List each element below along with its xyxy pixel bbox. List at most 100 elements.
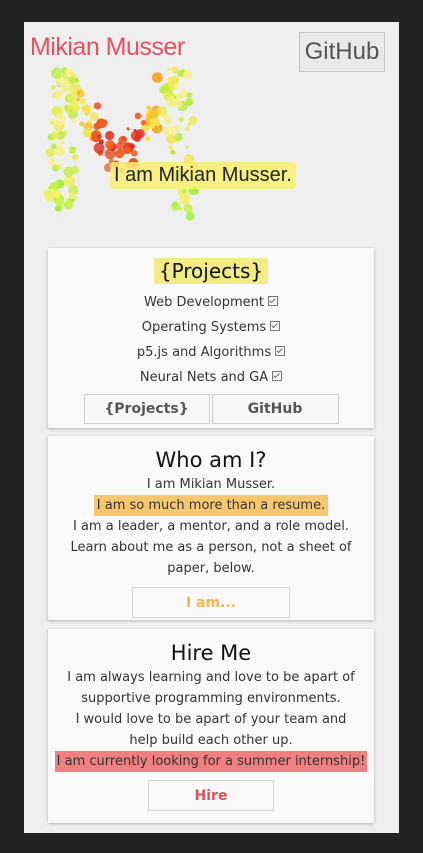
logo-dot: [173, 99, 183, 108]
logo-dot: [69, 108, 74, 114]
logo-dot: [105, 139, 115, 150]
checkbox-icon: [270, 321, 281, 331]
logo-dot: [163, 90, 171, 99]
logo-dot: [185, 211, 195, 221]
hire-button[interactable]: Hire: [148, 780, 274, 811]
logo-dot: [192, 188, 199, 195]
projects-button[interactable]: {Projects}: [83, 394, 210, 424]
logo-dot: [69, 192, 77, 200]
logo-dot: [50, 121, 55, 126]
logo-dot: [58, 139, 64, 145]
logo-dot: [178, 116, 184, 122]
logo-dot: [64, 68, 73, 77]
logo-dot: [171, 66, 179, 74]
about-card: Who am I? I am Mikian Musser. I am so mu…: [48, 436, 374, 620]
about-line-3: I am a leader, a mentor, and a role mode…: [73, 519, 349, 534]
projects-list: Web Development Operating Systems p5.js …: [48, 290, 374, 390]
logo-dot: [66, 198, 70, 202]
logo-dot: [145, 111, 150, 115]
logo-dot: [89, 112, 99, 122]
about-highlight: I am so much more than a resume.: [93, 495, 329, 516]
project-item-operating-systems[interactable]: Operating Systems: [48, 315, 374, 340]
logo-dot: [167, 67, 171, 71]
logo-dot: [151, 72, 163, 83]
project-item-web-development[interactable]: Web Development: [48, 290, 374, 315]
logo-dot: [63, 175, 76, 187]
logo-dot: [51, 143, 57, 150]
logo-dot: [77, 91, 81, 95]
projects-button-row: {Projects} GitHub: [48, 394, 374, 424]
projects-title: {Projects}: [153, 258, 269, 284]
logo-dot: [171, 124, 181, 134]
logo-dot: [71, 117, 77, 124]
logo-dot: [154, 125, 158, 129]
projects-card: {Projects} Web Development Operating Sys…: [48, 248, 374, 428]
logo-dot: [133, 135, 141, 142]
logo-dot: [145, 136, 151, 142]
logo-dot: [131, 150, 138, 157]
hire-line-1: I am always learning and love to be apar…: [67, 670, 355, 706]
about-line-1: I am Mikian Musser.: [146, 477, 276, 492]
logo-dot: [43, 188, 56, 200]
github-card-button[interactable]: GitHub: [211, 394, 339, 424]
about-title: Who am I?: [155, 448, 267, 472]
logo-dot: [184, 126, 190, 132]
checkbox-icon: [268, 296, 278, 306]
logo-dot: [66, 92, 79, 104]
project-item-label: Operating Systems: [141, 320, 267, 335]
project-item-label: p5.js and Algorithms: [136, 345, 272, 360]
logo-dot: [48, 158, 56, 166]
logo-dot: [180, 89, 188, 97]
logo-dot: [140, 120, 147, 126]
logo-dot: [118, 135, 127, 145]
tagline: I am Mikian Musser.: [110, 162, 296, 189]
hire-highlight: I am currently looking for a summer inte…: [54, 751, 368, 772]
logo-dot: [172, 202, 178, 207]
i-am-button[interactable]: I am...: [132, 587, 290, 618]
logo-dot: [60, 80, 71, 91]
logo-dot: [183, 70, 193, 80]
project-item-label: Web Development: [144, 295, 264, 310]
logo-dot: [79, 97, 86, 105]
logo-dot: [96, 118, 106, 128]
project-item-label: Neural Nets and GA: [139, 370, 269, 385]
logo-dot: [163, 115, 173, 125]
logo-dot: [45, 148, 55, 158]
hire-line-2: I would love to be apart of your team an…: [75, 712, 347, 748]
checkbox-icon: [272, 371, 283, 381]
brand-title[interactable]: Mikian Musser: [30, 33, 185, 62]
github-button[interactable]: GitHub: [299, 32, 385, 72]
logo-dot: [56, 164, 61, 169]
logo-dot: [170, 149, 176, 155]
logo-dot: [185, 145, 189, 149]
logo-dot: [51, 85, 56, 90]
page: Mikian Musser GitHub I am Mikian Musser.…: [24, 22, 399, 833]
logo-dot: [146, 105, 151, 110]
logo-dot: [51, 130, 60, 140]
logo-dot: [168, 145, 173, 150]
logo-dot: [69, 146, 77, 154]
logo-dot: [64, 200, 74, 210]
logo-dot: [93, 142, 105, 154]
hire-card: Hire Me I am always learning and love to…: [48, 629, 374, 823]
logo-dot: [129, 144, 133, 148]
logo-dot: [54, 114, 66, 126]
logo-dot: [188, 116, 198, 125]
logo-dot: [183, 203, 193, 213]
logo-dot: [157, 106, 168, 117]
logo-dot: [157, 129, 161, 132]
logo-dot: [97, 134, 102, 139]
logo-dot: [71, 154, 79, 161]
logo-dot: [123, 146, 132, 155]
logo-dot: [167, 81, 175, 89]
logo-dot: [105, 130, 115, 141]
logo-dot: [60, 204, 64, 208]
logo-dot: [134, 112, 142, 120]
logo-dot: [118, 147, 124, 153]
about-text: I am Mikian Musser. I am so much more th…: [48, 474, 374, 579]
logo-dot: [126, 127, 130, 131]
logo-dot: [79, 121, 85, 127]
logo-dot: [81, 104, 92, 114]
project-item-p5js-algorithms[interactable]: p5.js and Algorithms: [48, 340, 374, 365]
project-item-neural-nets-ga[interactable]: Neural Nets and GA: [48, 365, 374, 390]
